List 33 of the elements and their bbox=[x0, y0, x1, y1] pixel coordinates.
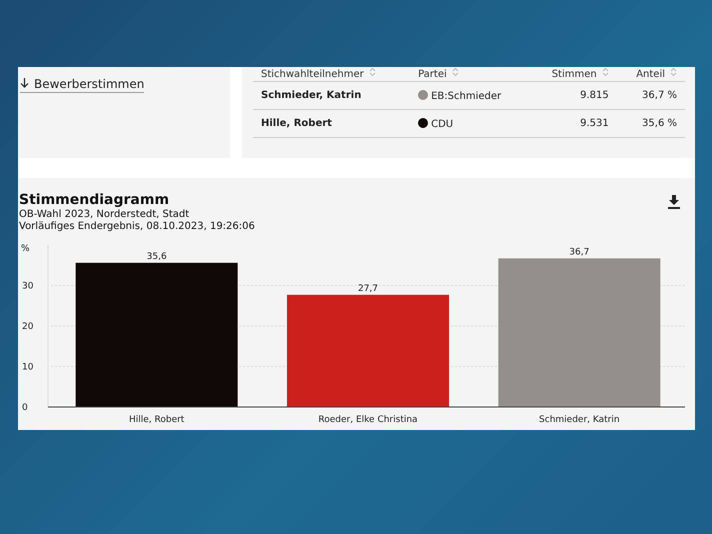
result-status: Vorläufiges Endergebnis, 08.10.2023, 19:26:06 bbox=[19, 221, 256, 233]
sort-icon[interactable] bbox=[670, 67, 677, 77]
y-tick-label: 20 bbox=[22, 322, 34, 332]
candidate-name: Hille, Robert bbox=[261, 118, 332, 129]
column-header[interactable]: Partei bbox=[418, 69, 447, 80]
column-header[interactable]: Stichwahlteilnehmer bbox=[261, 69, 364, 80]
bar-value-label: 36,7 bbox=[569, 247, 590, 258]
y-tick-label: 0 bbox=[22, 403, 28, 413]
column-header[interactable]: Anteil bbox=[636, 69, 665, 80]
chart-title: Stimmendiagramm bbox=[19, 192, 170, 209]
y-tick-label: 30 bbox=[22, 282, 34, 292]
sort-icon[interactable] bbox=[368, 67, 376, 77]
vote-share: 35,6 % bbox=[642, 118, 677, 129]
sort-icon[interactable] bbox=[602, 67, 609, 77]
vote-share: 36,7 % bbox=[642, 90, 677, 101]
category-label: Schmieder, Katrin bbox=[539, 415, 620, 425]
category-label: Roeder, Elke Christina bbox=[318, 415, 418, 425]
bar-value-label: 27,7 bbox=[358, 284, 378, 294]
column-header[interactable]: Stimmen bbox=[552, 69, 597, 80]
download-icon[interactable] bbox=[668, 195, 680, 209]
election-name: OB-Wahl 2023, Norderstedt, Stadt bbox=[19, 209, 190, 221]
down-arrow-icon bbox=[20, 78, 29, 88]
candidate-name: Schmieder, Katrin bbox=[261, 90, 362, 101]
vote-count: 9.815 bbox=[580, 90, 609, 101]
party-name: EB:Schmieder bbox=[431, 90, 502, 102]
bewerberstimmen-link[interactable]: Bewerberstimmen bbox=[20, 77, 144, 93]
bar-value-label: 35,6 bbox=[146, 252, 167, 262]
party-name: CDU bbox=[431, 118, 454, 130]
category-label: Hille, Robert bbox=[128, 415, 184, 425]
sort-icon[interactable] bbox=[452, 67, 459, 77]
y-tick-label: 10 bbox=[22, 362, 34, 372]
y-axis-unit: % bbox=[21, 244, 30, 254]
vote-count: 9.531 bbox=[580, 118, 609, 129]
